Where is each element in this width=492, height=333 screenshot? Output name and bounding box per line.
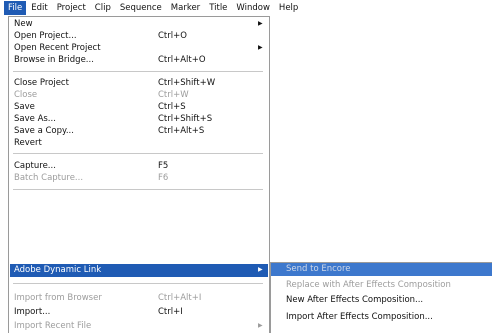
menu-item-shortcut: F5 bbox=[158, 161, 169, 171]
menu-item-close[interactable]: Close Ctrl+W bbox=[10, 89, 268, 101]
menu-edit[interactable]: Edit bbox=[27, 1, 51, 15]
menu-item-label: Batch Capture... bbox=[14, 173, 84, 183]
menu-item-save-as[interactable]: Save As... Ctrl+Shift+S bbox=[10, 113, 268, 125]
menu-item-shortcut: Ctrl+Shift+W bbox=[158, 78, 216, 88]
menu-item-open-project[interactable]: Open Project... Ctrl+O bbox=[10, 30, 268, 42]
menu-item-import-recent-file[interactable]: Import Recent File ▶ bbox=[10, 320, 268, 332]
menu-item-shortcut: Ctrl+Alt+S bbox=[158, 126, 205, 136]
menu-item-shortcut: Ctrl+Shift+S bbox=[158, 114, 213, 124]
menu-item-label: Import from Browser bbox=[14, 293, 102, 303]
menu-item-shortcut: Ctrl+Alt+O bbox=[158, 55, 206, 65]
menu-item-browse-in-bridge[interactable]: Browse in Bridge... Ctrl+Alt+O bbox=[10, 54, 268, 66]
submenu-item-label: New After Effects Composition... bbox=[286, 295, 424, 305]
menu-item-label: Open Project... bbox=[14, 31, 77, 41]
menu-item-save-a-copy[interactable]: Save a Copy... Ctrl+Alt+S bbox=[10, 125, 268, 137]
menu-item-label: Import Recent File bbox=[14, 321, 92, 331]
submenu-item-import-ae-composition[interactable]: Import After Effects Composition... bbox=[271, 311, 492, 324]
submenu-arrow-icon: ▶ bbox=[258, 322, 263, 329]
menu-sequence[interactable]: Sequence bbox=[116, 1, 166, 15]
submenu-arrow-icon: ▶ bbox=[258, 266, 263, 273]
menu-item-label: Save a Copy... bbox=[14, 126, 74, 136]
menu-project[interactable]: Project bbox=[53, 1, 90, 15]
menu-item-save[interactable]: Save Ctrl+S bbox=[10, 101, 268, 113]
menu-item-capture[interactable]: Capture... F5 bbox=[10, 160, 268, 172]
menu-help[interactable]: Help bbox=[275, 1, 302, 15]
menu-item-shortcut: Ctrl+O bbox=[158, 31, 187, 41]
submenu-item-label: Replace with After Effects Composition bbox=[286, 280, 451, 290]
menu-item-label: Adobe Dynamic Link bbox=[14, 265, 102, 275]
submenu-arrow-icon: ▶ bbox=[258, 44, 263, 51]
submenu-arrow-icon: ▶ bbox=[258, 20, 263, 27]
menu-item-shortcut: Ctrl+W bbox=[158, 90, 189, 100]
menu-separator bbox=[13, 153, 263, 154]
submenu-item-replace-with-ae-composition[interactable]: Replace with After Effects Composition bbox=[271, 279, 492, 292]
menu-item-adobe-dynamic-link[interactable]: Adobe Dynamic Link ▶ bbox=[10, 264, 268, 277]
submenu-item-new-ae-composition[interactable]: New After Effects Composition... bbox=[271, 294, 492, 307]
menu-item-label: Save As... bbox=[14, 114, 56, 124]
menu-bar: File Edit Project Clip Sequence Marker T… bbox=[0, 0, 492, 16]
menu-separator bbox=[13, 283, 263, 284]
menu-item-label: Capture... bbox=[14, 161, 56, 171]
menu-item-label: Close Project bbox=[14, 78, 69, 88]
menu-item-new[interactable]: New ▶ bbox=[10, 18, 268, 30]
submenu-item-label: Import After Effects Composition... bbox=[286, 312, 433, 322]
menu-file[interactable]: File bbox=[4, 1, 27, 15]
menu-item-label: Revert bbox=[14, 138, 42, 148]
menu-clip[interactable]: Clip bbox=[91, 1, 115, 15]
menu-window[interactable]: Window bbox=[232, 1, 274, 15]
menu-item-label: Import... bbox=[14, 307, 51, 317]
menu-item-shortcut: Ctrl+I bbox=[158, 307, 183, 317]
menu-item-open-recent-project[interactable]: Open Recent Project ▶ bbox=[10, 42, 268, 54]
menu-item-batch-capture[interactable]: Batch Capture... F6 bbox=[10, 172, 268, 184]
dynamic-link-submenu: Send to Encore Replace with After Effect… bbox=[270, 262, 492, 333]
file-menu-dropdown: New ▶ Open Project... Ctrl+O Open Recent… bbox=[8, 16, 270, 333]
menu-separator bbox=[13, 71, 263, 72]
menu-item-label: Save bbox=[14, 102, 35, 112]
menu-title[interactable]: Title bbox=[205, 1, 231, 15]
menu-item-label: Open Recent Project bbox=[14, 43, 101, 53]
menu-item-close-project[interactable]: Close Project Ctrl+Shift+W bbox=[10, 77, 268, 89]
menu-item-shortcut: Ctrl+S bbox=[158, 102, 186, 112]
menu-item-shortcut: F6 bbox=[158, 173, 169, 183]
menu-item-revert[interactable]: Revert bbox=[10, 137, 268, 149]
submenu-item-label: Send to Encore bbox=[286, 264, 351, 274]
submenu-item-send-to-encore[interactable]: Send to Encore bbox=[271, 263, 492, 276]
menu-item-shortcut: Ctrl+Alt+I bbox=[158, 293, 202, 303]
menu-item-import-from-browser[interactable]: Import from Browser Ctrl+Alt+I bbox=[10, 292, 268, 304]
menu-separator bbox=[13, 189, 263, 190]
menu-item-import[interactable]: Import... Ctrl+I bbox=[10, 306, 268, 318]
menu-item-label: New bbox=[14, 19, 33, 29]
menu-item-label: Browse in Bridge... bbox=[14, 55, 94, 65]
menu-item-label: Close bbox=[14, 90, 38, 100]
menu-marker[interactable]: Marker bbox=[167, 1, 204, 15]
